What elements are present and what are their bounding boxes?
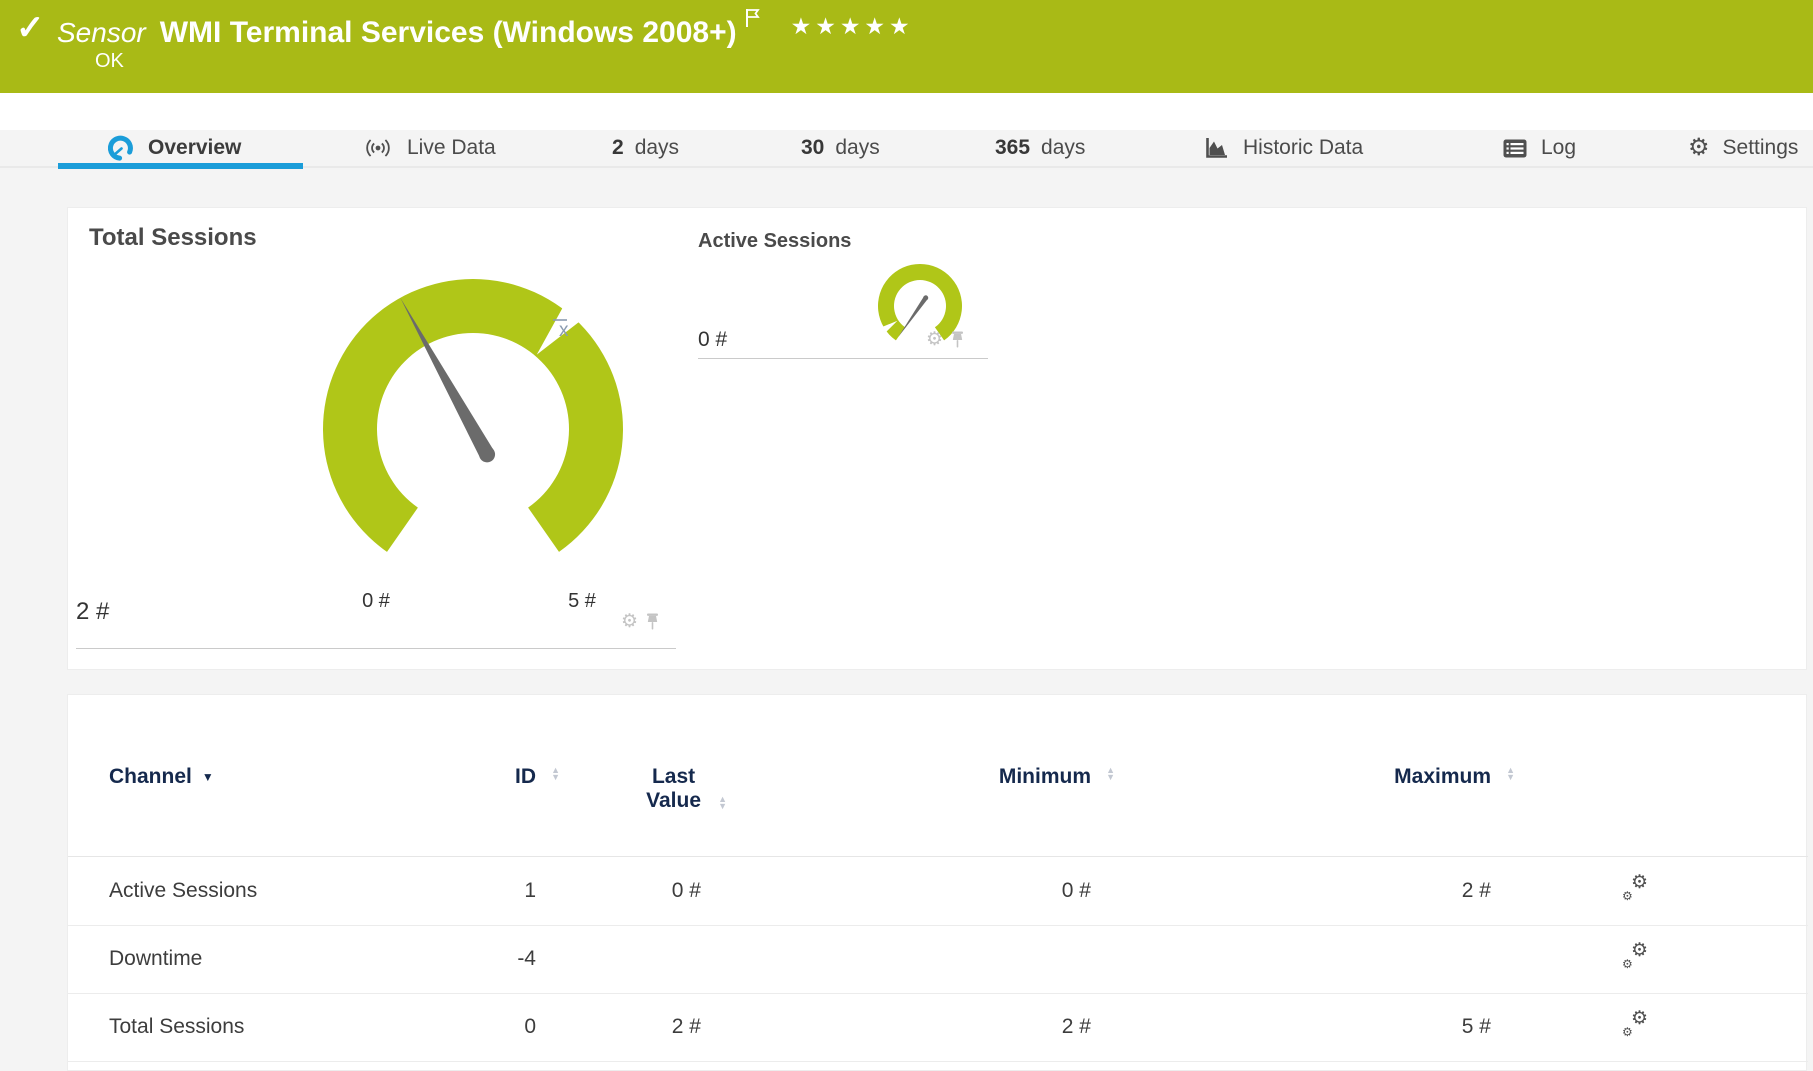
channel-name[interactable]: Downtime (68, 947, 426, 971)
sensor-status-text: OK (95, 50, 124, 72)
tab-log[interactable]: Log (1502, 130, 1576, 166)
gauge-max-label: 5 # (568, 590, 596, 612)
tab-label: days (835, 136, 880, 159)
channel-last-value: 2 # (671, 1015, 701, 1038)
tab-label: Live Data (407, 136, 496, 159)
channel-table-header: Channel ▼ ID ▲ ▼ Last Value ▲ ▼ Minimum ▲ ▼ … (68, 765, 1808, 813)
channel-maximum: 5 # (1461, 1015, 1491, 1038)
channel-id: 0 (524, 1015, 536, 1038)
total-sessions-value: 2 # (76, 598, 110, 625)
channel-settings-gears-icon[interactable]: ⚙ ⚙ (1622, 1008, 1648, 1039)
gear-icon: ⚙ (1688, 134, 1710, 161)
pin-icon[interactable] (951, 331, 964, 348)
gear-icon[interactable]: ⚙ (621, 612, 638, 631)
gauges-panel: Total Sessions x 0 # 5 # 2 # ⚙ Active Se… (67, 207, 1807, 670)
total-sessions-gauge: x (323, 279, 623, 552)
tab-settings[interactable]: ⚙ Settings (1688, 130, 1798, 166)
tab-label: Log (1541, 136, 1577, 159)
gauge-block-divider (698, 358, 988, 359)
flag-icon[interactable] (745, 8, 761, 28)
tab-label: days (1041, 136, 1086, 159)
tab-number: 30 (801, 136, 825, 159)
channel-name[interactable]: Active Sessions (68, 879, 426, 903)
tab-30-days[interactable]: 30 days (801, 130, 880, 166)
channel-id: 1 (524, 879, 536, 902)
column-header-minimum[interactable]: Minimum ▲ ▼ (701, 765, 1115, 813)
average-marker-label: x (559, 320, 569, 341)
channel-last-value: 0 # (671, 879, 701, 902)
tab-2-days[interactable]: 2 days (612, 130, 679, 166)
column-header-maximum[interactable]: Maximum ▲ ▼ (1091, 765, 1515, 813)
tab-label: Overview (148, 136, 242, 159)
tab-historic-data[interactable]: Historic Data (1204, 130, 1363, 166)
gauge-controls: ⚙ (926, 330, 964, 349)
table-row-active-sessions: Active Sessions 1 0 # 0 # 2 # ⚙ ⚙ (68, 857, 1808, 926)
channel-name[interactable]: Total Sessions (68, 1015, 426, 1039)
column-header-channel[interactable]: Channel ▼ (68, 765, 426, 813)
channel-minimum: 2 # (1061, 1015, 1091, 1038)
gauge-arc (878, 264, 962, 341)
historic-data-icon (1204, 136, 1230, 160)
channels-panel: Channel ▼ ID ▲ ▼ Last Value ▲ ▼ Minimum ▲ ▼ … (67, 694, 1808, 1071)
gauge-min-label: 0 # (362, 590, 390, 612)
gauge-title-active-sessions: Active Sessions (698, 230, 852, 252)
gauge-title-total-sessions: Total Sessions (89, 224, 257, 251)
object-kind-label: Sensor (57, 17, 146, 48)
gear-icon[interactable]: ⚙ (926, 330, 943, 349)
table-row-total-sessions: Total Sessions 0 2 # 2 # 5 # ⚙ ⚙ (68, 993, 1808, 1062)
channel-settings-gears-icon[interactable]: ⚙ ⚙ (1622, 940, 1648, 971)
pin-icon[interactable] (646, 613, 659, 630)
channel-id: -4 (517, 947, 536, 970)
priority-stars[interactable]: ★★★★★ (791, 13, 914, 40)
sensor-title: WMI Terminal Services (Windows 2008+) (159, 16, 737, 49)
gauge-block-divider (76, 648, 676, 649)
tab-label: days (634, 136, 680, 159)
sensor-status-banner: ✓ Sensor WMI Terminal Services (Windows 2… (0, 0, 1813, 93)
gauge-icon (108, 135, 135, 162)
column-header-id[interactable]: ID ▲ ▼ (426, 765, 560, 813)
channel-minimum: 0 # (1061, 879, 1091, 902)
table-row-downtime: Downtime -4 ⚙ ⚙ (68, 925, 1808, 994)
gauge-controls: ⚙ (621, 612, 659, 631)
banner-spacer (0, 93, 1813, 130)
tab-overview[interactable]: Overview (108, 130, 241, 166)
live-data-icon (362, 136, 394, 160)
tab-bar: Overview Live Data 2 days 30 days 365 da… (0, 130, 1813, 169)
tab-live-data[interactable]: Live Data (362, 130, 496, 166)
chevron-down-icon[interactable]: ▼ (202, 770, 214, 784)
tab-label: Settings (1722, 136, 1799, 159)
tab-label: Historic Data (1243, 136, 1364, 159)
column-header-last-value[interactable]: Last Value ▲ ▼ (536, 765, 727, 813)
channel-maximum: 2 # (1461, 879, 1491, 902)
tab-number: 2 (612, 136, 624, 159)
status-check-icon: ✓ (16, 9, 45, 47)
tab-365-days[interactable]: 365 days (995, 130, 1085, 166)
active-sessions-value: 0 # (698, 328, 728, 351)
log-icon (1502, 138, 1528, 159)
channel-settings-gears-icon[interactable]: ⚙ ⚙ (1622, 872, 1648, 903)
tab-number: 365 (995, 136, 1031, 159)
